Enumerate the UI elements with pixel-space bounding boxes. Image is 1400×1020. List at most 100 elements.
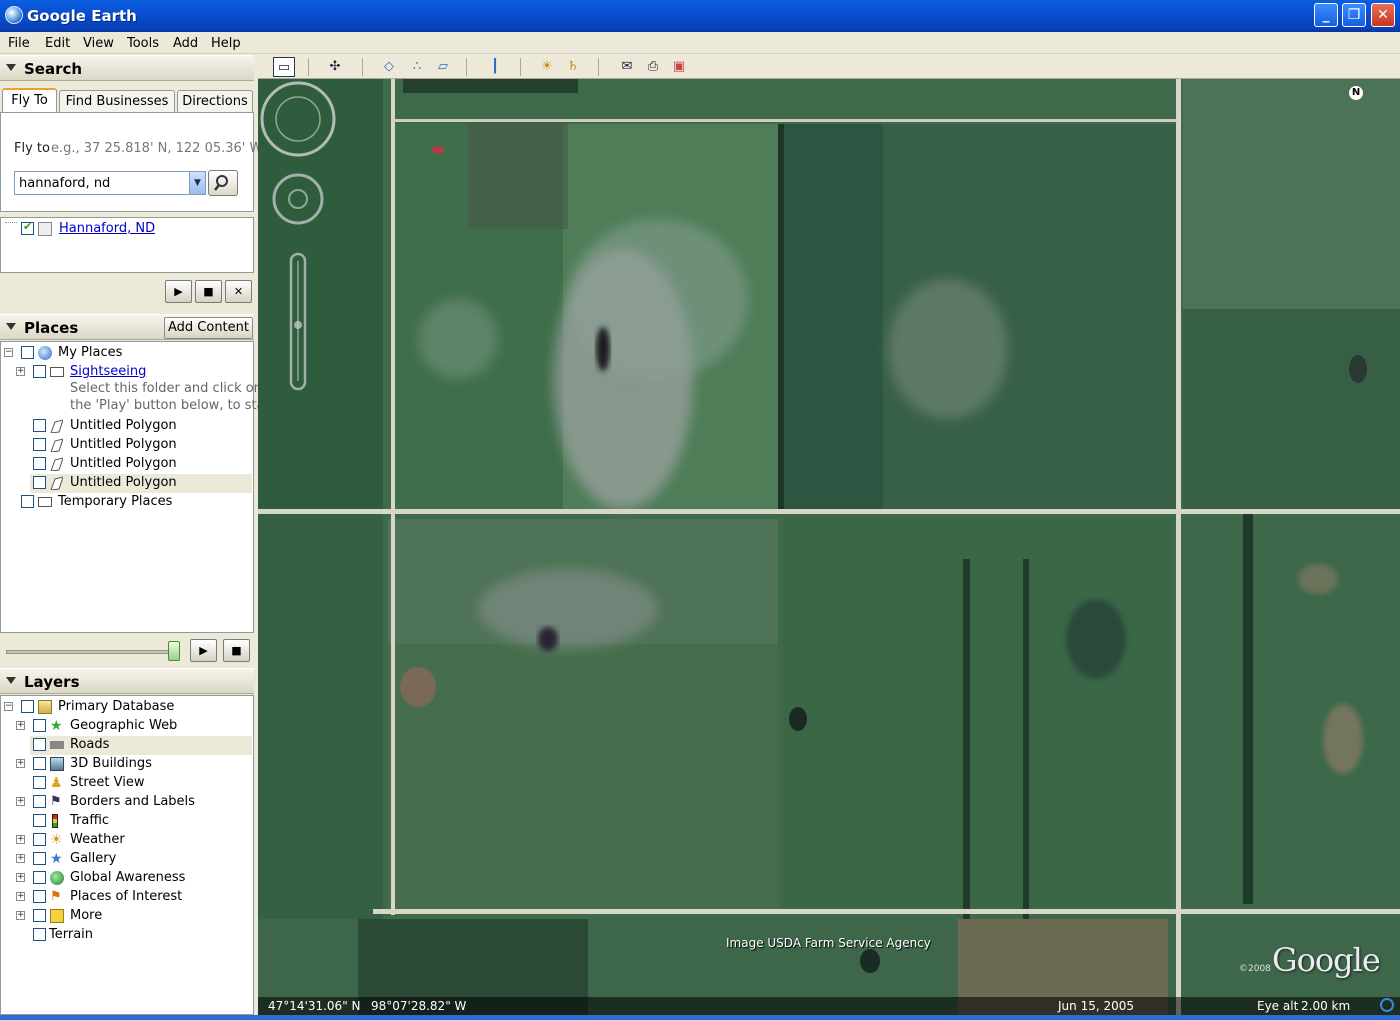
stop-tour-button[interactable]: ■ [223,639,250,662]
stop-button[interactable]: ■ [195,280,222,303]
checkbox[interactable] [33,419,46,432]
checkbox[interactable] [33,757,46,770]
result-link[interactable]: Hannaford, ND [59,221,155,236]
checkbox[interactable] [33,365,46,378]
compass-ring[interactable] [260,81,336,157]
result-checkbox[interactable] [21,220,34,235]
menu-add[interactable]: Add [173,36,198,51]
tree-item-polygon-selected[interactable]: Untitled Polygon [30,474,252,493]
checkbox[interactable] [21,495,34,508]
expand-icon[interactable]: + [16,892,25,901]
tree-item-polygon[interactable]: Untitled Polygon [1,417,253,436]
checkbox[interactable] [21,700,34,713]
tour-speed-slider[interactable] [6,650,178,654]
collapse-triangle-icon[interactable] [6,677,16,684]
image-overlay-icon[interactable]: ▱ [432,57,454,77]
collapse-triangle-icon[interactable] [6,64,16,71]
list-item[interactable]: Hannaford, ND [5,220,245,239]
checkbox[interactable] [33,928,46,941]
map-view[interactable]: N Image USDA Farm Service Agency ©2008 G… [258,79,1400,1015]
play-tour-button[interactable]: ▶ [190,639,217,662]
tree-label[interactable]: Sightseeing [70,364,146,379]
planet-icon[interactable]: ♄ [562,57,584,77]
search-panel-header[interactable]: Search [0,55,254,81]
play-button[interactable]: ▶ [165,280,192,303]
expand-icon[interactable]: + [16,721,25,730]
add-content-button[interactable]: Add Content [164,317,253,339]
layer-roads[interactable]: Roads [30,736,252,755]
layer-traffic[interactable]: Traffic [1,812,253,831]
checkbox[interactable] [33,833,46,846]
look-joystick[interactable] [272,173,324,225]
layer-weather[interactable]: + ☀ Weather [1,831,253,850]
checkbox[interactable] [33,738,46,751]
layer-places-of-interest[interactable]: + ⚑ Places of Interest [1,888,253,907]
placemark-add-icon[interactable]: ✣ [324,57,346,77]
chevron-down-icon[interactable]: ▼ [189,172,205,194]
checkbox[interactable] [33,871,46,884]
checkbox[interactable] [21,346,34,359]
checkbox[interactable] [33,719,46,732]
expand-icon[interactable]: + [16,873,25,882]
collapse-triangle-icon[interactable] [6,323,16,330]
checkbox[interactable] [33,438,46,451]
layer-more[interactable]: + More [1,907,253,926]
path-add-icon[interactable]: ∴ [406,57,428,77]
email-icon[interactable]: ✉ [616,57,638,77]
sidebar-toggle-icon[interactable]: ▭ [273,57,295,77]
collapse-icon[interactable]: − [4,348,13,357]
expand-icon[interactable]: + [16,797,25,806]
checkbox[interactable] [33,476,46,489]
checkbox[interactable] [33,457,46,470]
slider-thumb[interactable] [168,641,180,661]
tree-item-polygon[interactable]: Untitled Polygon [1,436,253,455]
navigation-control[interactable] [258,79,338,399]
tab-fly-to[interactable]: Fly To [2,88,57,113]
places-panel-header[interactable]: Places Add Content [0,314,254,340]
search-input[interactable] [14,171,206,195]
checkbox[interactable] [33,795,46,808]
polygon-add-icon[interactable]: ◇ [378,57,400,77]
expand-icon[interactable]: + [16,835,25,844]
expand-icon[interactable]: + [16,367,25,376]
layer-terrain[interactable]: Terrain [1,926,253,945]
layer-global-awareness[interactable]: + Global Awareness [1,869,253,888]
tree-item-polygon[interactable]: Untitled Polygon [1,455,253,474]
tab-directions[interactable]: Directions [177,90,253,113]
layer-primary-database[interactable]: − Primary Database [1,698,253,717]
tree-item-temporary-places[interactable]: Temporary Places [1,493,253,512]
layer-borders-labels[interactable]: + ⚑ Borders and Labels [1,793,253,812]
expand-icon[interactable]: + [16,759,25,768]
expand-icon[interactable]: + [16,854,25,863]
print-icon[interactable]: ⎙ [642,57,664,77]
checkbox[interactable] [33,909,46,922]
layers-panel-header[interactable]: Layers [0,668,254,694]
checkbox[interactable] [33,814,46,827]
tree-item-my-places[interactable]: − My Places [1,344,253,363]
layer-3d-buildings[interactable]: + 3D Buildings [1,755,253,774]
menu-edit[interactable]: Edit [45,36,70,51]
checkbox[interactable] [33,890,46,903]
layer-geographic-web[interactable]: + ★ Geographic Web [1,717,253,736]
tree-item-sightseeing[interactable]: + Sightseeing [1,363,253,382]
checkbox[interactable] [33,776,46,789]
menu-view[interactable]: View [83,36,114,51]
layer-street-view[interactable]: ♟ Street View [1,774,253,793]
compass-north-label[interactable]: N [1349,86,1363,100]
search-button[interactable] [208,170,238,196]
menu-tools[interactable]: Tools [127,36,159,51]
checkbox[interactable] [33,852,46,865]
menu-help[interactable]: Help [211,36,241,51]
maximize-button[interactable]: ❐ [1342,3,1366,27]
expand-icon[interactable]: + [16,911,25,920]
minimize-button[interactable]: _ [1314,3,1338,27]
google-maps-icon[interactable]: ▣ [668,57,690,77]
clear-button[interactable]: ✕ [225,280,252,303]
sunlight-icon[interactable]: ☀ [536,57,558,77]
ruler-icon[interactable]: ┃ [484,57,506,77]
menu-file[interactable]: File [8,36,30,51]
layer-gallery[interactable]: + ★ Gallery [1,850,253,869]
close-button[interactable]: ✕ [1371,3,1395,27]
tab-find-businesses[interactable]: Find Businesses [59,90,175,113]
collapse-icon[interactable]: − [4,702,13,711]
